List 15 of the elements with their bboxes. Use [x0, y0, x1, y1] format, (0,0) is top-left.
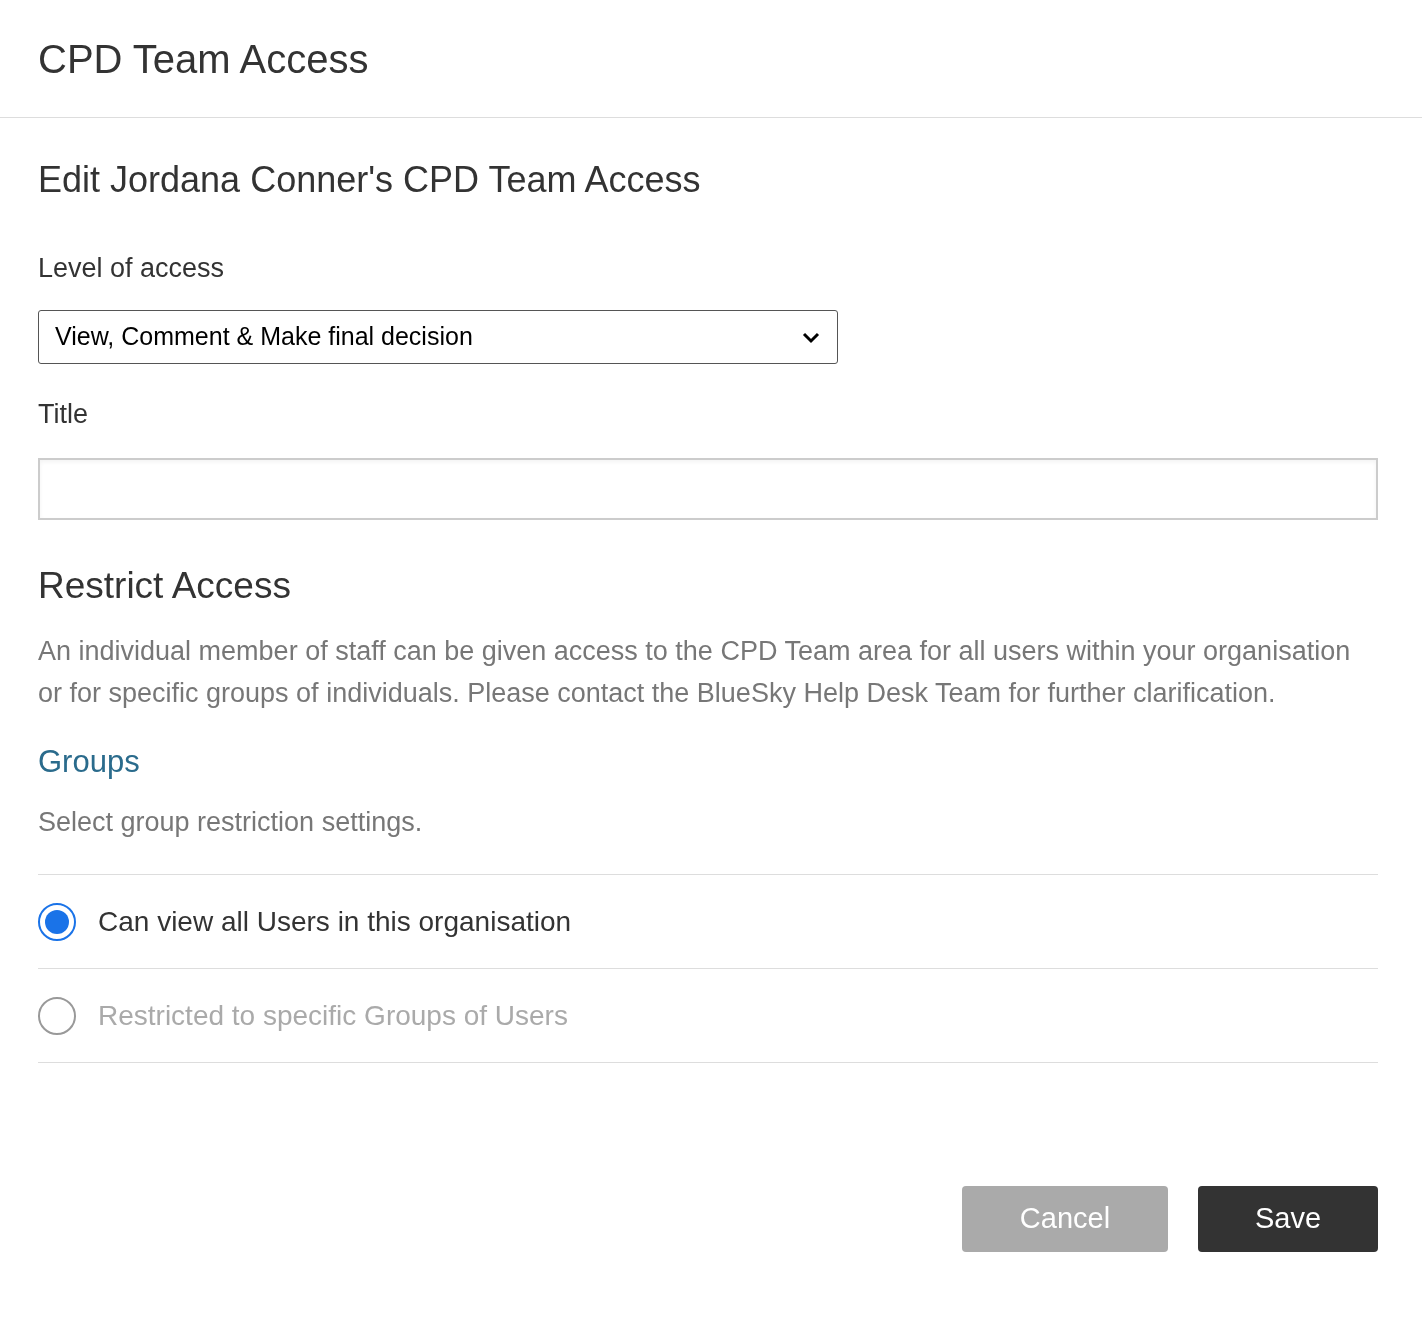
groups-heading: Groups — [38, 744, 141, 780]
field-label: Title — [38, 398, 89, 430]
description-text: An individual member of staff can be given access to the CPD Team area for all users within your organisation or for specific groups of individuals. Please contact the BlueSky Help Desk Team for further clarification. — [38, 635, 1352, 710]
hint-text: Select group restriction settings. — [38, 806, 424, 838]
radio-button[interactable] — [38, 902, 76, 941]
chevron-down-icon — [801, 330, 821, 344]
section-heading: Restrict Access — [38, 564, 292, 608]
access-level-select[interactable]: View, Comment & Make final decision — [38, 310, 838, 364]
title-input-field[interactable] — [38, 458, 1378, 520]
section-heading: Edit Jordana Conner's CPD Team Access — [38, 158, 702, 202]
radio-label: Can view all Users in this organisation — [98, 904, 572, 939]
radio-label: Restricted to specific Groups of Users — [98, 998, 568, 1033]
field-label: Level of access — [38, 252, 226, 284]
dialog-title: CPD Team Access — [38, 35, 369, 83]
save-button[interactable]: Save — [1198, 1186, 1378, 1252]
